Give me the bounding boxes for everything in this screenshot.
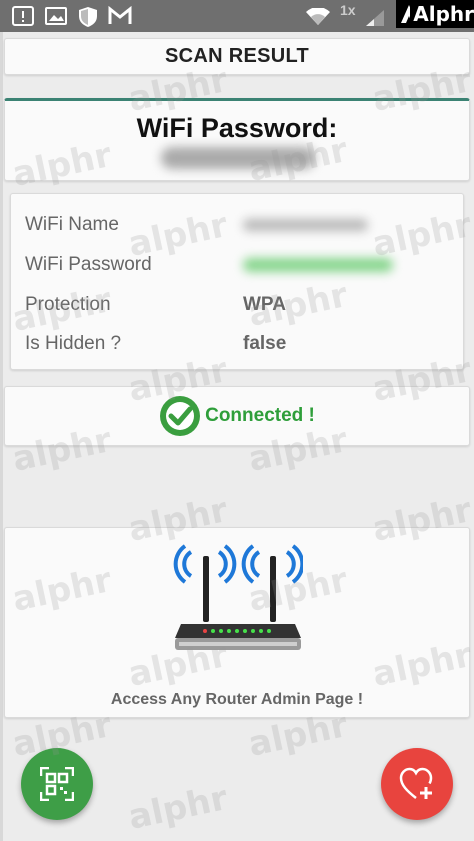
wifi-info-card: WiFi Name WiFi Password Protection WPA I… [10,193,464,370]
router-admin-card[interactable]: Access Any Router Admin Page ! [4,527,470,718]
brand-badge: Alphr [396,0,474,28]
page-title: SCAN RESULT [164,45,310,67]
info-row-hidden: Is Hidden ? false [25,329,455,359]
info-value: false [243,333,287,354]
wifi-icon [306,7,330,31]
blurred-wifi-password [243,258,393,272]
shield-icon [78,6,98,33]
info-label: Protection [25,294,111,315]
signal-label: 1x [340,2,356,18]
heart-plus-icon [399,767,433,799]
image-icon [45,6,67,31]
scan-result-header: SCAN RESULT [4,38,470,75]
gmail-icon [108,5,132,31]
status-bar: 1x Alphr [0,0,474,32]
info-value: WPA [243,294,286,315]
info-label: WiFi Password [25,254,152,275]
info-label: Is Hidden ? [25,333,122,354]
password-title: WiFi Password: [136,113,338,143]
signal-icon [366,10,384,31]
brand-label: Alphr [413,2,474,26]
info-row-protection: Protection WPA [25,290,455,320]
scan-qr-button[interactable] [21,748,93,820]
check-circle-icon [160,396,201,436]
router-caption[interactable]: Access Any Router Admin Page ! [5,691,469,709]
alphr-logo-icon [401,5,411,23]
info-label: WiFi Name [25,214,119,235]
blurred-password [161,147,315,169]
favorite-button[interactable] [381,748,453,820]
blurred-wifi-name [243,219,368,231]
info-row-password: WiFi Password [25,250,455,280]
frame-border [0,32,3,841]
watermark: alphr [124,778,231,838]
alert-icon [12,6,34,31]
qr-scan-icon [40,767,74,801]
router-icon [173,544,303,650]
connection-status-card: Connected ! [4,386,470,446]
connection-status: Connected ! [205,405,315,426]
password-card: WiFi Password: [4,98,470,181]
info-row-name: WiFi Name [25,210,455,240]
